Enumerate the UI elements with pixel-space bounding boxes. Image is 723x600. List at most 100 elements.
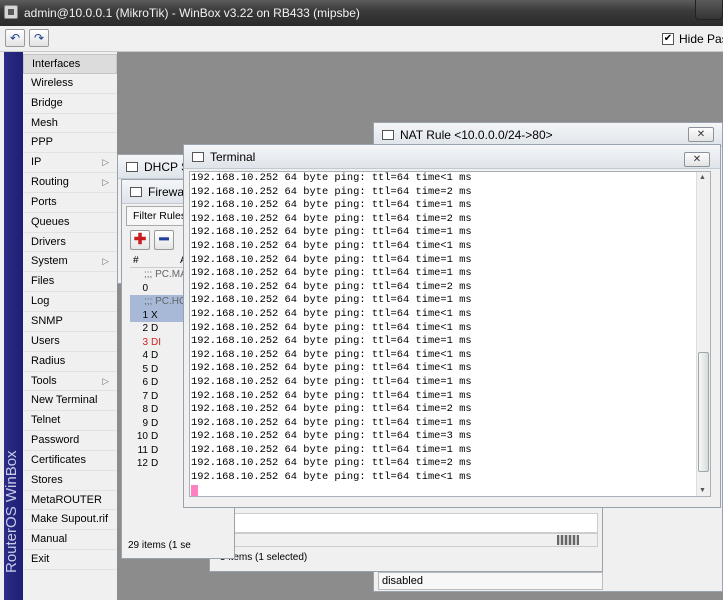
- sidebar-item-label: Password: [31, 434, 80, 447]
- sidebar-item-label: Exit: [31, 553, 50, 566]
- sidebar-item-bridge[interactable]: Bridge: [23, 94, 117, 114]
- rule-comment-row[interactable]: ;;; PC.MA: [130, 268, 187, 282]
- rule-flag: D: [151, 323, 159, 334]
- terminal-line: 192.168.10.252 64 byte ping: ttl=64 time…: [191, 172, 472, 184]
- rule-comment-row[interactable]: ;;; PC.HO: [130, 295, 187, 309]
- table-row[interactable]: 12 D: [130, 457, 186, 471]
- terminal-output[interactable]: 192.168.10.252 64 byte ping: ttl=64 time…: [189, 171, 711, 497]
- rule-number: 0: [142, 282, 148, 294]
- table-row[interactable]: 8D: [130, 403, 186, 417]
- rule-number: 3: [142, 336, 148, 348]
- terminal-line: 192.168.10.252 64 byte ping: ttl=64 time…: [191, 199, 472, 212]
- rule-flag: D: [151, 363, 159, 375]
- sidebar-item-new-terminal[interactable]: New Terminal: [23, 391, 117, 412]
- col-num-header[interactable]: #: [130, 255, 139, 266]
- sidebar-item-label: System: [31, 255, 68, 268]
- sidebar-item-drivers[interactable]: Drivers: [23, 233, 117, 253]
- submenu-arrow-icon: ▷: [102, 256, 109, 267]
- table-row[interactable]: 7D: [130, 390, 186, 404]
- remove-rule-button[interactable]: ━: [154, 230, 174, 250]
- terminal-line: 192.168.10.252 64 byte ping: ttl=64 time…: [191, 185, 472, 198]
- tab-filter-rules-label: Filter Rules: [133, 210, 187, 222]
- sidebar-item-label: SNMP: [31, 314, 63, 327]
- hide-passwords-checkbox[interactable]: ✔: [662, 33, 674, 45]
- table-row[interactable]: 5D: [130, 363, 186, 377]
- undo-button[interactable]: ↶: [5, 29, 25, 47]
- sidebar-item-label: Drivers: [31, 235, 66, 248]
- nat-hscroll-thumb[interactable]: [557, 535, 579, 545]
- sidebar-item-log[interactable]: Log: [23, 292, 117, 312]
- terminal-line: 192.168.10.252 64 byte ping: ttl=64 time…: [191, 362, 472, 375]
- terminal-scrollbar[interactable]: ▲ ▼: [696, 172, 710, 496]
- terminal-line: 192.168.10.252 64 byte ping: ttl=64 time…: [191, 403, 472, 416]
- terminal-line: 192.168.10.252 64 byte ping: ttl=64 time…: [191, 280, 472, 293]
- nat-rule-title: NAT Rule <10.0.0.0/24->80>: [400, 128, 553, 142]
- sidebar-item-ip[interactable]: IP ▷: [23, 153, 117, 174]
- sidebar-item-metarouter[interactable]: MetaROUTER: [23, 491, 117, 511]
- terminal-line: 192.168.10.252 64 byte ping: ttl=64 time…: [191, 335, 472, 348]
- sidebar-item-radius[interactable]: Radius: [23, 352, 117, 372]
- nat-status-field: disabled: [378, 572, 603, 590]
- sidebar-item-mesh[interactable]: Mesh: [23, 114, 117, 134]
- table-row[interactable]: 4D: [130, 349, 186, 363]
- terminal-close-button[interactable]: ✕: [684, 152, 710, 167]
- nat-hscroll[interactable]: [218, 533, 598, 547]
- firewall-table-header: # A: [130, 254, 190, 268]
- close-window-button[interactable]: [695, 0, 723, 20]
- table-row[interactable]: 1X: [130, 308, 186, 322]
- sidebar-item-ppp[interactable]: PPP: [23, 133, 117, 154]
- window-icon: [130, 187, 142, 197]
- terminal-prompt[interactable]: [191, 484, 472, 501]
- sidebar-item-stores[interactable]: Stores: [23, 471, 117, 491]
- sidebar-item-wireless[interactable]: Wireless: [23, 74, 117, 94]
- sidebar-item-system[interactable]: System ▷: [23, 252, 117, 273]
- rule-flag: D: [151, 390, 159, 402]
- redo-button[interactable]: ↷: [29, 29, 49, 47]
- rule-number: 6: [142, 377, 148, 388]
- sidebar-item-manual[interactable]: Manual: [23, 530, 117, 551]
- winbox-app-icon: [4, 5, 18, 19]
- sidebar-item-label: Files: [31, 275, 55, 288]
- sidebar-item-make-supout-rif[interactable]: Make Supout.rif: [23, 510, 117, 531]
- rule-number: 7: [142, 390, 148, 402]
- sidebar-item-password[interactable]: Password: [23, 431, 117, 451]
- rule-comment: ;;; PC.HO: [144, 296, 187, 307]
- table-row[interactable]: 6D: [130, 376, 186, 390]
- sidebar-item-files[interactable]: Files: [23, 272, 117, 293]
- terminal-line: 192.168.10.252 64 byte ping: ttl=64 time…: [191, 389, 472, 402]
- sidebar-item-snmp[interactable]: SNMP: [23, 312, 117, 332]
- sidebar-item-label: Wireless: [31, 76, 74, 89]
- rule-flag: [148, 283, 151, 294]
- sidebar-item-routing[interactable]: Routing ▷: [23, 173, 117, 193]
- sidebar-item-label: Interfaces: [32, 58, 81, 70]
- sidebar-item-users[interactable]: Users: [23, 332, 117, 352]
- sidebar-item-ports[interactable]: Ports: [23, 193, 117, 213]
- sidebar-item-label: Certificates: [31, 453, 87, 466]
- sidebar-item-exit[interactable]: Exit: [23, 550, 117, 570]
- terminal-line: 192.168.10.252 64 byte ping: ttl=64 time…: [191, 253, 472, 266]
- terminal-scroll-thumb[interactable]: [698, 352, 709, 472]
- add-rule-button[interactable]: ✚: [130, 230, 150, 250]
- table-row[interactable]: 0: [130, 282, 186, 296]
- sidebar-item-interfaces[interactable]: Interfaces: [23, 54, 117, 74]
- rule-number: 4: [142, 350, 148, 361]
- close-icon: ✕: [692, 154, 702, 165]
- scroll-down-icon[interactable]: ▼: [699, 487, 706, 494]
- sidebar-item-certificates[interactable]: Certificates: [23, 451, 117, 471]
- nat-close-button[interactable]: ✕: [688, 127, 714, 142]
- table-row[interactable]: 11 D: [130, 444, 186, 458]
- table-row[interactable]: 10 D: [130, 430, 186, 444]
- sidebar-item-tools[interactable]: Tools ▷: [23, 372, 117, 392]
- sidebar-item-telnet[interactable]: Telnet: [23, 411, 117, 432]
- scroll-up-icon[interactable]: ▲: [699, 174, 706, 181]
- firewall-items-count: 29 items (1 se: [128, 540, 191, 551]
- brand-label: RouterOS WinBox: [3, 450, 20, 573]
- terminal-line: 192.168.10.252 64 byte ping: ttl=64 time…: [191, 212, 472, 225]
- sidebar-item-queues[interactable]: Queues: [23, 213, 117, 233]
- terminal-title-bar[interactable]: Terminal: [184, 145, 720, 169]
- table-row[interactable]: 2D: [130, 322, 186, 336]
- table-row[interactable]: 9D: [130, 417, 186, 431]
- table-row[interactable]: 3 DI: [130, 336, 186, 350]
- undo-icon: ↶: [9, 31, 21, 45]
- hide-passwords-toggle[interactable]: ✔ Hide Passw: [662, 32, 723, 46]
